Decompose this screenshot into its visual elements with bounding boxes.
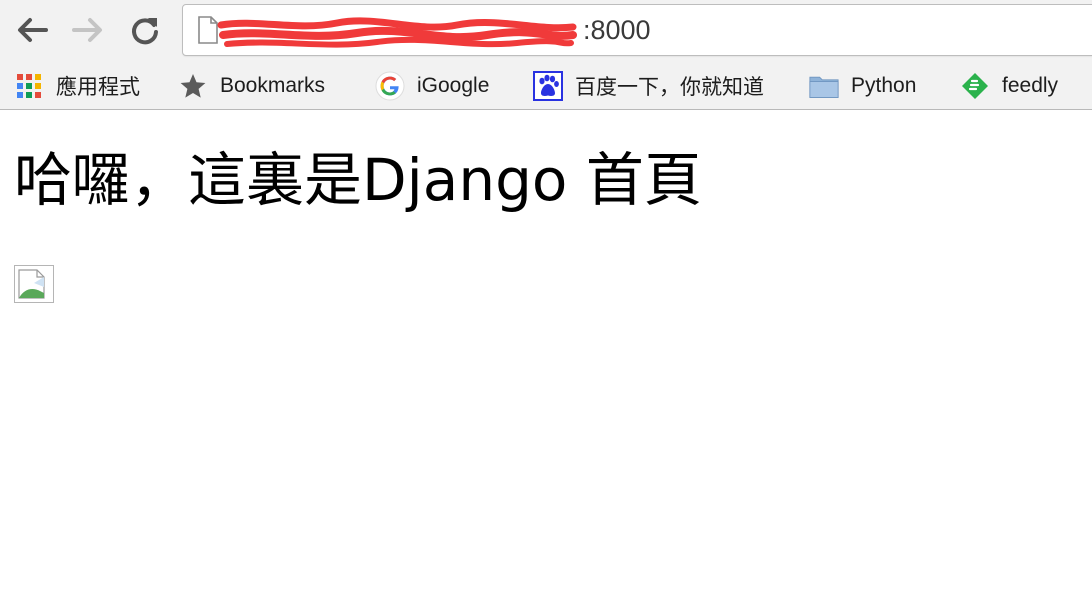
folder-icon (809, 71, 839, 101)
back-button[interactable] (12, 10, 52, 50)
feedly-icon (960, 71, 990, 101)
broken-image-icon (14, 265, 54, 307)
star-icon (178, 71, 208, 101)
bookmark-label: 應用程式 (56, 76, 140, 99)
bookmark-label: feedly (1002, 74, 1059, 97)
reload-icon (132, 18, 158, 45)
page-heading: 哈囉，這裏是Django 首頁 (14, 146, 702, 214)
page-content: 哈囉，這裏是Django 首頁 (0, 111, 1092, 600)
baidu-paw-icon (533, 71, 563, 101)
browser-toolbar: :8000 (0, 0, 1092, 62)
url-redaction (217, 17, 577, 48)
bookmark-label: 百度一下，你就知道 (575, 76, 764, 99)
bookmark-feedly[interactable]: feedly (960, 62, 1058, 110)
bookmark-bookmarks[interactable]: Bookmarks (178, 62, 325, 110)
bookmarks-bar: 應用程式 Bookmarks iGoogle 百度一下，你就知道 Python … (0, 62, 1092, 110)
apps-grid-icon (14, 71, 44, 101)
forward-button[interactable] (68, 10, 108, 50)
address-bar[interactable]: :8000 (182, 4, 1092, 56)
bookmark-label: iGoogle (417, 74, 490, 97)
bookmark-apps[interactable]: 應用程式 (14, 62, 140, 110)
bookmark-folder-python[interactable]: Python (809, 62, 916, 110)
url-text: :8000 (583, 15, 651, 45)
google-g-icon (375, 71, 405, 101)
bookmark-label: Bookmarks (220, 74, 326, 97)
reload-button[interactable] (125, 10, 165, 50)
bookmark-igoogle[interactable]: iGoogle (375, 62, 489, 110)
bookmark-baidu[interactable]: 百度一下，你就知道 (533, 62, 764, 110)
arrow-left-icon (18, 18, 48, 42)
bookmark-label: Python (851, 74, 917, 97)
page-icon (197, 16, 219, 48)
arrow-right-icon (72, 18, 102, 42)
